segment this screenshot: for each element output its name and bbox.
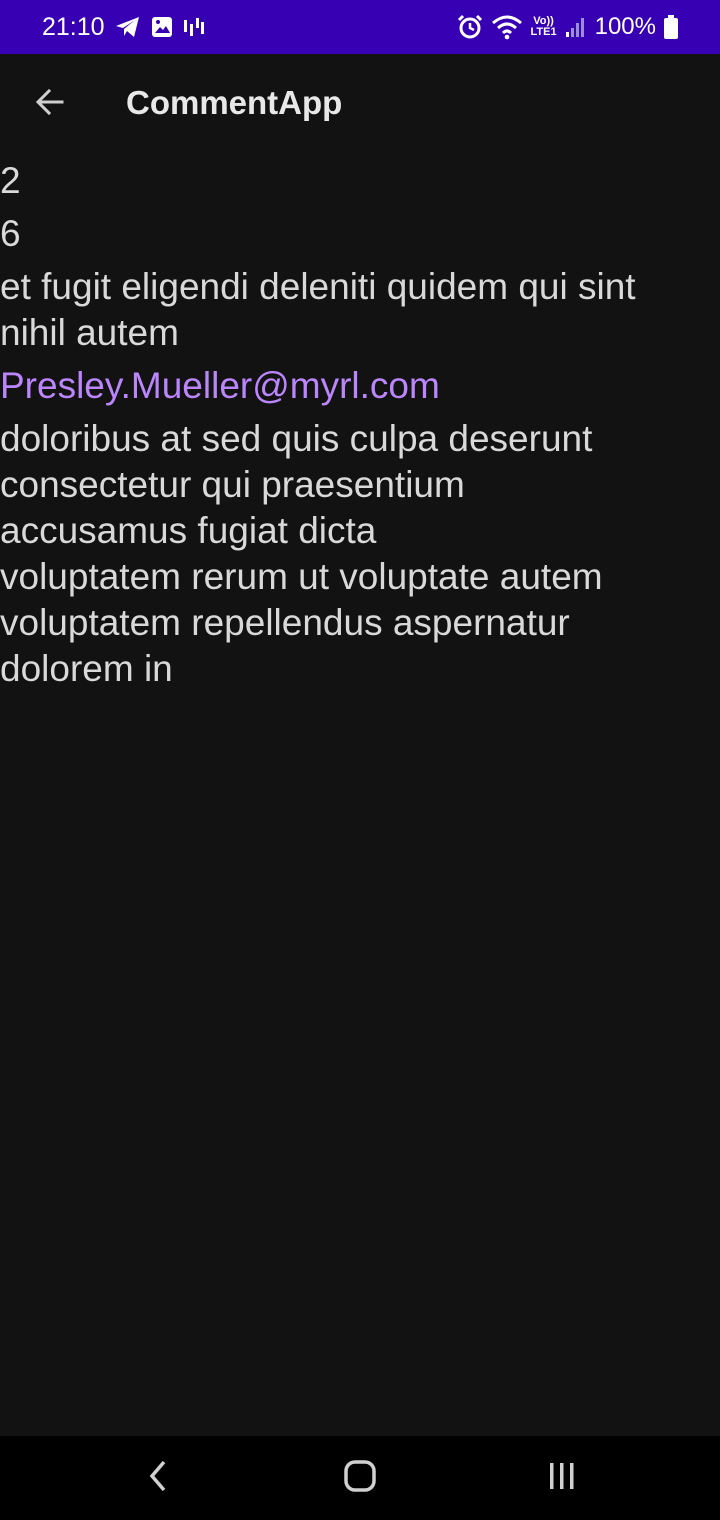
comment-name: et fugit eligendi deleniti quidem qui si… [0,266,636,353]
battery-icon [664,15,678,39]
app-bar: CommentApp [0,54,720,154]
recents-nav-icon [546,1461,578,1496]
battery-percent: 100% [594,13,656,40]
status-right: Vo)) LTE1 100% [457,13,678,41]
network-label-bottom: LTE1 [530,26,557,38]
telegram-icon [115,15,141,39]
comment-post-id: 2 [0,160,21,201]
back-nav-button[interactable] [128,1454,188,1502]
arrow-back-icon [34,86,66,123]
comment-detail: 2 6 et fugit eligendi deleniti quidem qu… [0,158,710,692]
volte-lte-icon: Vo)) LTE1 [531,16,557,38]
gallery-icon [151,16,173,38]
comment-body: doloribus at sed quis culpa deserunt con… [0,418,603,689]
home-nav-button[interactable] [330,1454,390,1502]
system-nav-bar [0,1436,720,1520]
alarm-icon [457,14,483,40]
recents-nav-button[interactable] [532,1454,592,1502]
back-nav-icon [146,1459,170,1498]
status-left: 21:10 [42,13,205,42]
back-button[interactable] [24,78,76,130]
status-time: 21:10 [42,12,105,41]
app-title: CommentApp [126,84,343,121]
comment-id: 6 [0,213,21,254]
wifi-icon [491,14,523,40]
comment-email[interactable]: Presley.Mueller@myrl.com [0,363,710,409]
status-bar: 21:10 Vo)) LTE1 100% [0,0,720,54]
cell-signal-icon [565,16,587,38]
signal-activity-icon [183,16,205,38]
home-nav-icon [343,1459,377,1498]
